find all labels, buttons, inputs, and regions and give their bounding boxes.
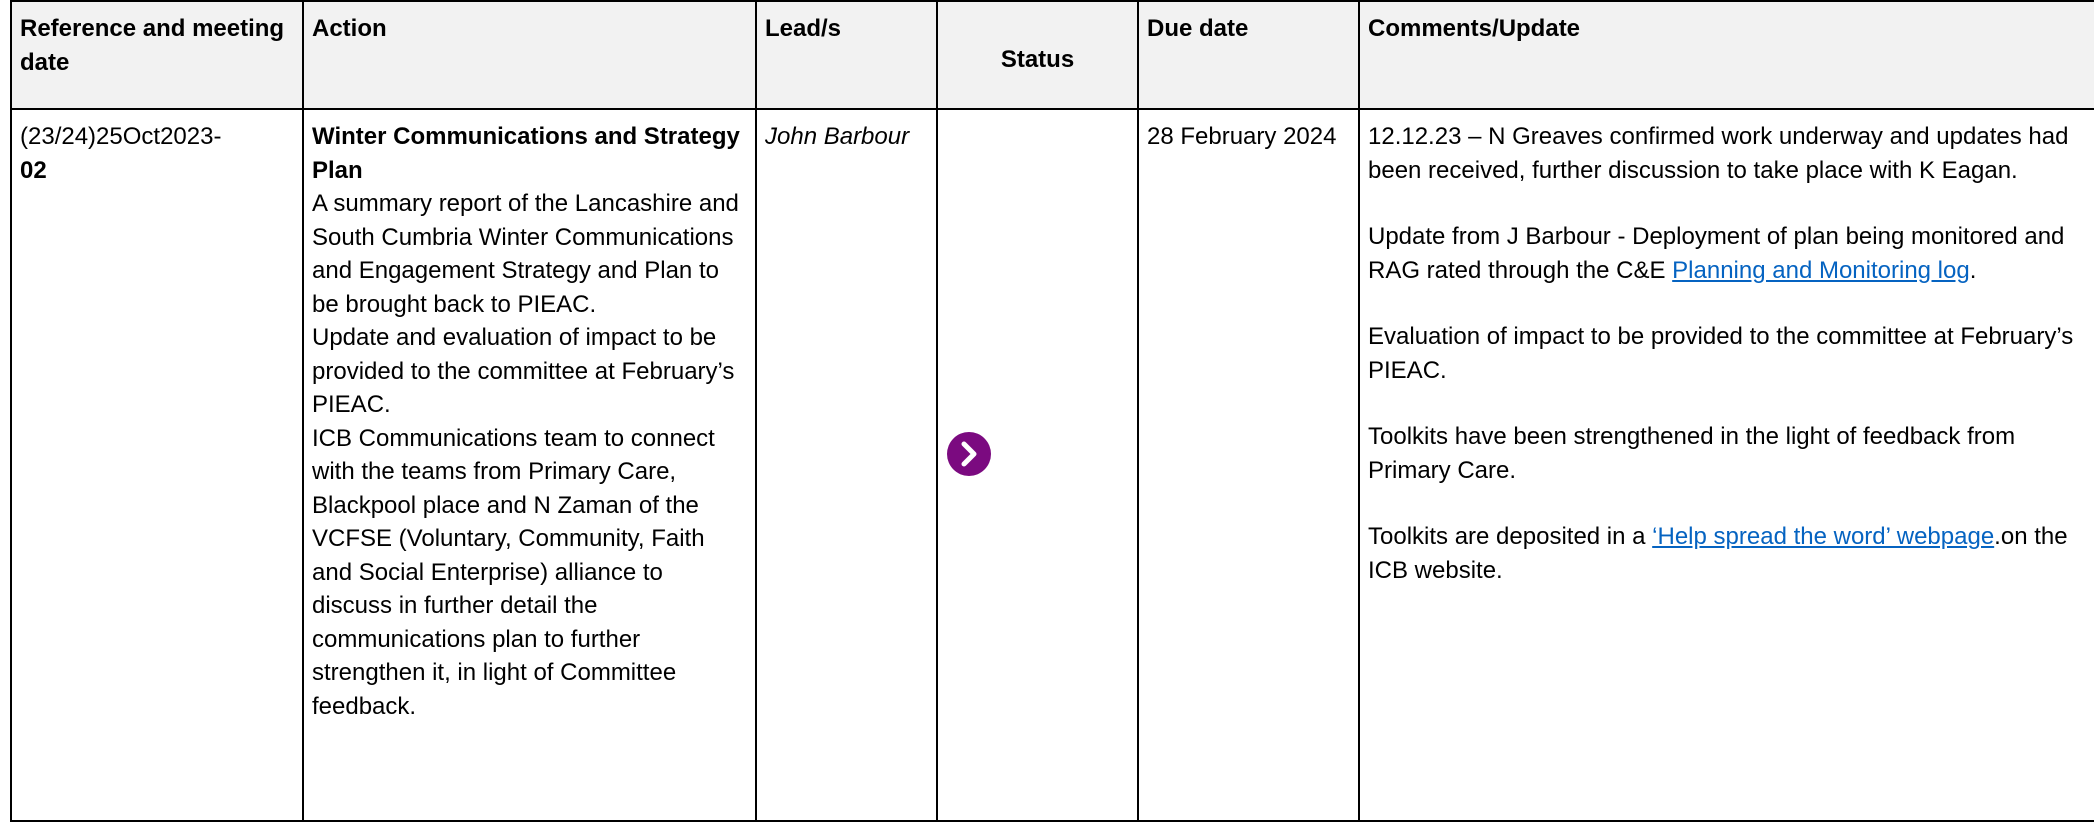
comment-4: Toolkits have been strengthened in the l… bbox=[1368, 423, 2016, 484]
help-spread-word-link[interactable]: ‘Help spread the word’ webpage bbox=[1652, 523, 1994, 550]
comment-2: Update from J Barbour - Deployment of pl… bbox=[1368, 220, 2094, 287]
comments-cell: 12.12.23 – N Greaves confirmed work unde… bbox=[1358, 108, 2094, 822]
reference-text: (23/24)25Oct2023- bbox=[20, 123, 222, 150]
comment-1: 12.12.23 – N Greaves confirmed work unde… bbox=[1368, 123, 2069, 184]
header-action: Action bbox=[302, 0, 757, 110]
lead-cell: John Barbour bbox=[755, 108, 938, 822]
status-cell bbox=[936, 108, 1139, 822]
header-reference: Reference and meeting date bbox=[10, 0, 304, 110]
header-status: Status bbox=[936, 0, 1139, 110]
action-title: Winter Communications and Strategy Plan bbox=[312, 123, 740, 184]
comment-2-end: . bbox=[1969, 256, 1977, 284]
header-due-date: Due date bbox=[1137, 0, 1360, 110]
table-row: (23/24)25Oct2023- 02 Winter Communicatio… bbox=[10, 108, 2094, 822]
comment-5-text: Toolkits are deposited in a bbox=[1368, 523, 1653, 550]
reference-cell: (23/24)25Oct2023- 02 bbox=[10, 108, 304, 822]
action-body-2: Update and evaluation of impact to be pr… bbox=[312, 324, 735, 418]
header-comments: Comments/Update bbox=[1358, 0, 2094, 110]
chevron-right-circle-icon bbox=[947, 432, 991, 477]
action-log-table: Reference and meeting date Action Lead/s… bbox=[10, 0, 2094, 822]
due-date-cell: 28 February 2024 bbox=[1137, 108, 1360, 822]
planning-monitoring-log-link[interactable]: Planning and Monitoring log bbox=[1672, 257, 1970, 284]
reference-number: 02 bbox=[20, 156, 47, 184]
action-cell: Winter Communications and Strategy Plan … bbox=[302, 108, 757, 822]
comment-3: Evaluation of impact to be provided to t… bbox=[1368, 323, 2074, 384]
action-body-3: ICB Communications team to connect with … bbox=[312, 424, 715, 720]
table-header-row: Reference and meeting date Action Lead/s… bbox=[10, 0, 2094, 110]
action-body-1: A summary report of the Lancashire and S… bbox=[312, 190, 739, 318]
comment-5: Toolkits are deposited in a ‘Help spread… bbox=[1368, 520, 2094, 587]
header-leads: Lead/s bbox=[755, 0, 938, 110]
